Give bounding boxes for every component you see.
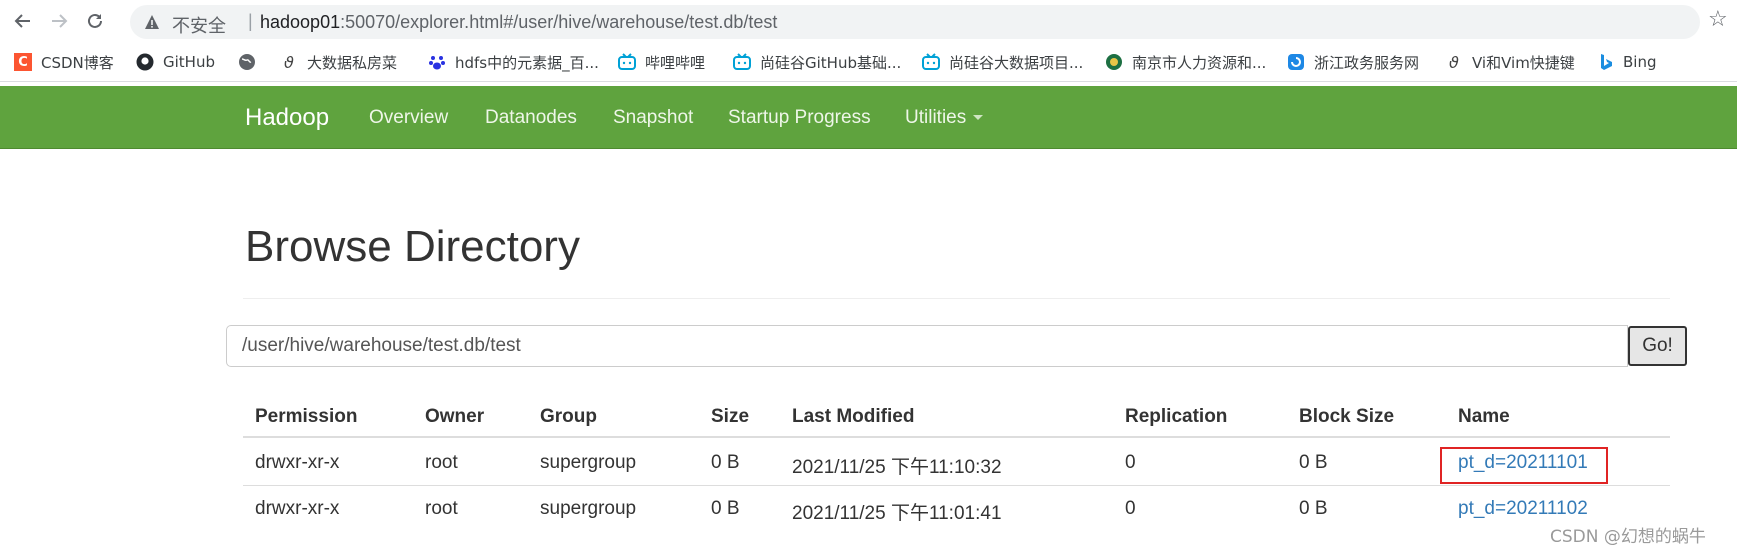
header-permission[interactable]: Permission (255, 406, 357, 428)
bing-icon (1596, 53, 1614, 71)
warning-icon (144, 14, 160, 35)
bookmark-csdn[interactable]: C CSDN博客 (14, 51, 114, 73)
vi-icon: ϑ (284, 52, 294, 72)
insecure-label: 不安全 (172, 16, 226, 37)
bilibili-icon (922, 53, 940, 71)
bookmark-star-icon[interactable]: ☆ (1708, 8, 1728, 30)
cell-permission: drwxr-xr-x (255, 498, 340, 519)
address-bar[interactable]: 不安全 | hadoop01:50070/explorer.html#/user… (130, 5, 1700, 39)
arrow-left-icon (14, 14, 30, 28)
nav-snapshot[interactable]: Snapshot (613, 107, 693, 129)
forward-button[interactable] (46, 8, 72, 34)
nav-startup-progress[interactable]: Startup Progress (728, 107, 871, 129)
cell-group: supergroup (540, 498, 637, 519)
title-divider (243, 298, 1670, 299)
reload-button[interactable] (82, 8, 108, 34)
bookmark-zhejiang-gov[interactable]: 浙江政务服务网 (1287, 51, 1419, 73)
bookmark-bing[interactable]: Bing (1596, 51, 1657, 73)
cell-group: supergroup (540, 452, 637, 473)
bookmark-globe[interactable] (238, 51, 265, 73)
vi-icon: ϑ (1449, 52, 1459, 72)
header-name[interactable]: Name (1458, 406, 1510, 428)
nav-utilities-label: Utilities (905, 107, 967, 128)
bookmark-label: 大数据私房菜 (307, 53, 398, 72)
bookmark-shangguigu-bigdata[interactable]: 尚硅谷大数据项目... (922, 51, 1083, 73)
bookmark-vi-vim[interactable]: ϑ Vi和Vim快捷键 (1445, 51, 1575, 73)
cell-last-modified: 2021/11/25 下午11:10:32 (792, 457, 1002, 478)
bookmark-label: 尚硅谷大数据项目... (949, 53, 1084, 72)
bookmark-label: 浙江政务服务网 (1314, 53, 1420, 72)
cell-replication: 0 (1125, 498, 1136, 519)
bookmark-label: 南京市人力资源和... (1132, 53, 1267, 72)
bookmark-label: Vi和Vim快捷键 (1472, 53, 1575, 72)
gov-icon (1105, 53, 1123, 71)
url-host: hadoop01 (260, 12, 341, 32)
watermark: CSDN @幻想的蜗牛 (1550, 527, 1706, 547)
caret-down-icon (973, 115, 984, 121)
table-row: drwxr-xr-x root supergroup 0 B 2021/11/2… (243, 486, 1670, 532)
bilibili-icon (733, 53, 751, 71)
cell-name-link[interactable]: pt_d=20211102 (1458, 498, 1588, 520)
directory-path-input[interactable] (227, 326, 1627, 366)
arrow-right-icon (52, 14, 68, 28)
bookmark-label: CSDN博客 (41, 53, 114, 72)
zj-icon (1287, 53, 1305, 71)
cell-replication: 0 (1125, 452, 1136, 473)
url-path: :50070/explorer.html#/user/hive/warehous… (340, 12, 778, 32)
nav-overview[interactable]: Overview (369, 107, 448, 129)
bookmark-shangguigu-github[interactable]: 尚硅谷GitHub基础... (733, 51, 901, 73)
bookmark-github[interactable]: GitHub (136, 51, 215, 73)
cell-size: 0 B (711, 452, 740, 473)
header-owner[interactable]: Owner (425, 406, 484, 428)
cell-owner: root (425, 452, 458, 473)
bookmark-hdfs[interactable]: hdfs中的元素据_百... (428, 51, 599, 73)
go-button[interactable]: Go! (1628, 326, 1687, 366)
csdn-icon: C (14, 53, 32, 71)
globe-icon (238, 53, 256, 71)
header-last-modified[interactable]: Last Modified (792, 406, 914, 428)
hadoop-navbar: Hadoop Overview Datanodes Snapshot Start… (0, 86, 1737, 149)
reload-icon (88, 13, 102, 28)
cell-block-size: 0 B (1299, 452, 1328, 473)
cell-block-size: 0 B (1299, 498, 1328, 519)
header-size[interactable]: Size (711, 406, 749, 428)
cell-last-modified: 2021/11/25 下午11:01:41 (792, 503, 1002, 524)
bookmark-bigdata[interactable]: ϑ 大数据私房菜 (280, 51, 397, 73)
page-title: Browse Directory (245, 222, 580, 271)
cell-permission: drwxr-xr-x (255, 452, 340, 473)
url-text[interactable]: hadoop01:50070/explorer.html#/user/hive/… (260, 12, 777, 33)
table-header: Permission Owner Group Size Last Modifie… (243, 396, 1670, 438)
bookmark-label: hdfs中的元素据_百... (455, 53, 599, 72)
bookmark-nanjing-hr[interactable]: 南京市人力资源和... (1105, 51, 1266, 73)
bilibili-icon (618, 53, 636, 71)
cell-owner: root (425, 498, 458, 519)
cell-size: 0 B (711, 498, 740, 519)
nav-datanodes[interactable]: Datanodes (485, 107, 577, 129)
url-separator: | (248, 11, 253, 31)
header-block-size[interactable]: Block Size (1299, 406, 1394, 428)
bookmark-label: 尚硅谷GitHub基础... (760, 53, 902, 72)
bookmark-label: 哔哩哔哩 (645, 53, 706, 72)
bookmark-label: GitHub (163, 53, 215, 71)
header-group[interactable]: Group (540, 406, 597, 428)
header-replication[interactable]: Replication (1125, 406, 1227, 428)
directory-path-input-wrapper (226, 325, 1628, 367)
github-icon (136, 53, 154, 71)
navbar-brand[interactable]: Hadoop (245, 104, 329, 132)
back-button[interactable] (10, 8, 36, 34)
highlight-box (1440, 447, 1608, 484)
baidu-icon (428, 53, 446, 71)
bookmarks-bar: C CSDN博客 GitHub ϑ 大数据私房菜 hdfs中的元素据_百... … (0, 42, 1737, 82)
bookmark-bilibili[interactable]: 哔哩哔哩 (618, 51, 705, 73)
browser-toolbar: 不安全 | hadoop01:50070/explorer.html#/user… (0, 0, 1737, 42)
nav-utilities[interactable]: Utilities (905, 107, 984, 129)
bookmark-label: Bing (1623, 53, 1657, 71)
